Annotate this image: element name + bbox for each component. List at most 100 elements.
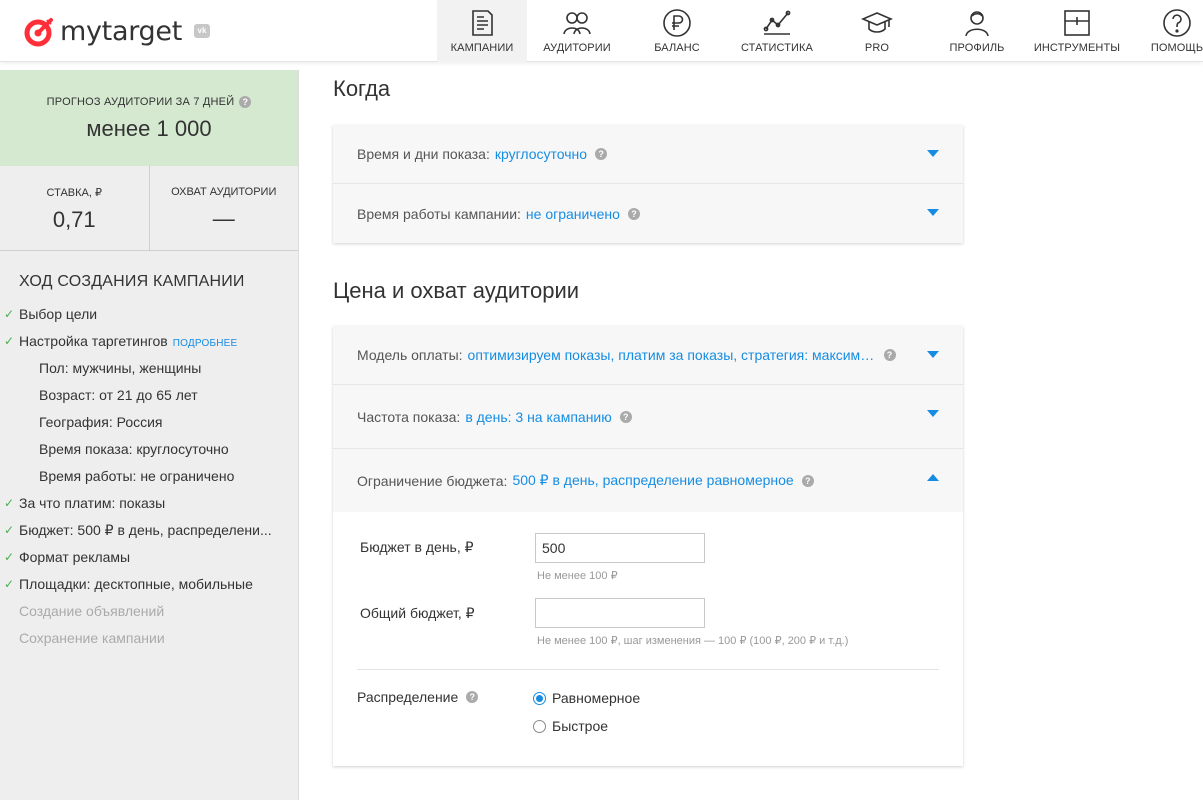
help-icon[interactable]: ? bbox=[595, 148, 608, 160]
frequency-value: в день: 3 на кампанию bbox=[465, 408, 612, 425]
nav-audiences-label: АУДИТОРИИ bbox=[543, 42, 611, 54]
radio-button[interactable] bbox=[533, 719, 546, 733]
step-label: Площадки: десктопные, мобильные bbox=[19, 576, 253, 592]
step-label: Пол: мужчины, женщины bbox=[39, 360, 202, 376]
row-work-time[interactable]: Время работы кампании: не ограничено ? bbox=[333, 184, 963, 243]
radio-even[interactable]: Равномерное bbox=[533, 690, 640, 706]
when-panel: Время и дни показа: круглосуточно ? Врем… bbox=[333, 125, 963, 243]
payment-label: Модель оплаты: bbox=[357, 347, 463, 363]
main-nav: КАМПАНИИ АУДИТОРИИ БАЛАНС СТАТИСТИКА PRO… bbox=[437, 0, 1203, 62]
total-budget-input[interactable] bbox=[535, 598, 705, 628]
nav-pro-label: PRO bbox=[864, 42, 890, 54]
rate-stat: СТАВКА, ₽ 0,71 bbox=[0, 166, 149, 250]
step-label: Бюджет: 500 ₽ в день, распределени... bbox=[19, 522, 272, 538]
show-time-label: Время и дни показа: bbox=[357, 146, 490, 162]
top-header: mytarget vk КАМПАНИИ АУДИТОРИИ БАЛАНС СТ… bbox=[0, 0, 1203, 62]
step-age: Возраст: от 21 до 65 лет bbox=[0, 382, 298, 409]
step-platforms[interactable]: ✓ Площадки: десктопные, мобильные bbox=[0, 571, 298, 598]
nav-balance-label: БАЛАНС bbox=[654, 42, 700, 54]
nav-pro[interactable]: PRO bbox=[827, 0, 927, 62]
radio-fast-label: Быстрое bbox=[552, 718, 609, 734]
row-show-time[interactable]: Время и дни показа: круглосуточно ? bbox=[333, 125, 963, 184]
nav-help[interactable]: ПОМОЩЬ bbox=[1127, 0, 1203, 62]
nav-tools[interactable]: ИНСТРУМЕНТЫ bbox=[1027, 0, 1127, 62]
graduation-cap-icon bbox=[861, 12, 893, 33]
chevron-down-icon[interactable] bbox=[927, 351, 939, 358]
step-create-ads: Создание объявлений bbox=[0, 598, 298, 625]
radio-button-checked[interactable] bbox=[533, 691, 546, 705]
radio-fast[interactable]: Быстрое bbox=[533, 718, 608, 734]
distribution-label: Распределение bbox=[357, 689, 459, 705]
row-payment-model[interactable]: Модель оплаты: оптимизируем показы, плат… bbox=[333, 326, 963, 385]
nav-statistics[interactable]: СТАТИСТИКА bbox=[727, 0, 827, 62]
step-budget[interactable]: ✓ Бюджет: 500 ₽ в день, распределени... bbox=[0, 517, 298, 544]
reach-value: — bbox=[212, 206, 235, 231]
help-icon[interactable]: ? bbox=[801, 474, 814, 487]
forecast-value: менее 1 000 bbox=[86, 116, 212, 141]
section-title-price: Цена и охват аудитории bbox=[333, 278, 580, 303]
forecast-help-icon[interactable]: ? bbox=[239, 96, 252, 108]
audiences-icon bbox=[563, 12, 591, 35]
nav-campaigns-label: КАМПАНИИ bbox=[450, 42, 514, 54]
row-frequency[interactable]: Частота показа: в день: 3 на кампанию ? bbox=[333, 385, 963, 449]
help-icon bbox=[1163, 9, 1191, 37]
check-icon: ✓ bbox=[4, 334, 15, 348]
nav-balance[interactable]: БАЛАНС bbox=[627, 0, 727, 62]
mytarget-logo-icon bbox=[24, 18, 53, 47]
work-time-value: не ограничено bbox=[525, 205, 620, 222]
nav-help-label: ПОМОЩЬ bbox=[1150, 42, 1203, 54]
audience-forecast: ПРОГНОЗ АУДИТОРИИ ЗА 7 ДНЕЙ ? менее 1 00… bbox=[0, 70, 298, 166]
help-icon[interactable]: ? bbox=[883, 349, 896, 361]
nav-profile-label: ПРОФИЛЬ bbox=[949, 42, 1005, 54]
reach-label: ОХВАТ АУДИТОРИИ bbox=[171, 186, 277, 198]
budget-limit-label: Ограничение бюджета: bbox=[357, 472, 508, 489]
check-icon: ✓ bbox=[4, 577, 15, 591]
show-time-value: круглосуточно bbox=[494, 146, 588, 162]
ruble-icon bbox=[663, 9, 691, 37]
daily-budget-label: Бюджет в день, ₽ bbox=[360, 539, 474, 555]
help-icon[interactable]: ? bbox=[466, 691, 479, 703]
help-icon[interactable]: ? bbox=[627, 207, 640, 220]
section-title-when: Когда bbox=[333, 76, 391, 101]
row-budget-limit[interactable]: Ограничение бюджета: 500 ₽ в день, распр… bbox=[333, 449, 963, 512]
step-save: Сохранение кампании bbox=[0, 625, 298, 652]
brand-name: mytarget bbox=[60, 15, 182, 47]
tools-icon bbox=[1064, 10, 1090, 36]
step-goal[interactable]: ✓ Выбор цели bbox=[0, 301, 298, 328]
more-link[interactable]: ПОДРОБНЕЕ bbox=[173, 338, 238, 349]
rate-stats: СТАВКА, ₽ 0,71 ОХВАТ АУДИТОРИИ — bbox=[0, 166, 298, 251]
work-time-label: Время работы кампании: bbox=[357, 205, 521, 222]
payment-value: оптимизируем показы, платим за показы, с… bbox=[467, 347, 876, 363]
step-label: Время показа: круглосуточно bbox=[39, 441, 229, 457]
reach-stat: ОХВАТ АУДИТОРИИ — bbox=[148, 166, 299, 250]
chevron-down-icon[interactable] bbox=[927, 209, 939, 216]
step-work-time: Время работы: не ограничено bbox=[0, 463, 298, 490]
step-label: Время работы: не ограничено bbox=[39, 468, 235, 484]
step-format[interactable]: ✓ Формат рекламы bbox=[0, 544, 298, 571]
step-targeting[interactable]: ✓ Настройка таргетингов ПОДРОБНЕЕ bbox=[0, 328, 298, 355]
daily-budget-input[interactable] bbox=[535, 533, 705, 563]
statistics-icon bbox=[763, 10, 791, 35]
nav-statistics-label: СТАТИСТИКА bbox=[741, 42, 813, 54]
step-label: Настройка таргетингов bbox=[19, 333, 168, 349]
mytarget-logo[interactable]: mytarget vk bbox=[24, 14, 210, 48]
forecast-title: ПРОГНОЗ АУДИТОРИИ ЗА 7 ДНЕЙ bbox=[46, 96, 235, 108]
chevron-up-icon[interactable] bbox=[927, 474, 939, 481]
step-geo: География: Россия bbox=[0, 409, 298, 436]
chevron-down-icon[interactable] bbox=[927, 410, 939, 417]
price-panel: Модель оплаты: оптимизируем показы, плат… bbox=[333, 326, 963, 766]
rate-label: СТАВКА, ₽ bbox=[46, 187, 102, 199]
daily-budget-hint: Не менее 100 ₽ bbox=[537, 570, 618, 582]
campaign-sidebar: ПРОГНОЗ АУДИТОРИИ ЗА 7 ДНЕЙ ? менее 1 00… bbox=[0, 70, 299, 800]
step-label: Создание объявлений bbox=[19, 603, 165, 619]
step-label: За что платим: показы bbox=[19, 495, 166, 511]
budget-limit-value: 500 ₽ в день, распределение равномерное bbox=[512, 472, 794, 488]
nav-profile[interactable]: ПРОФИЛЬ bbox=[927, 0, 1027, 62]
nav-audiences[interactable]: АУДИТОРИИ bbox=[527, 0, 627, 62]
nav-campaigns[interactable]: КАМПАНИИ bbox=[437, 0, 527, 62]
step-payment[interactable]: ✓ За что платим: показы bbox=[0, 490, 298, 517]
step-gender: Пол: мужчины, женщины bbox=[0, 355, 298, 382]
help-icon[interactable]: ? bbox=[619, 410, 632, 423]
total-budget-hint: Не менее 100 ₽, шаг изменения — 100 ₽ (1… bbox=[537, 635, 849, 647]
chevron-down-icon[interactable] bbox=[927, 150, 939, 157]
